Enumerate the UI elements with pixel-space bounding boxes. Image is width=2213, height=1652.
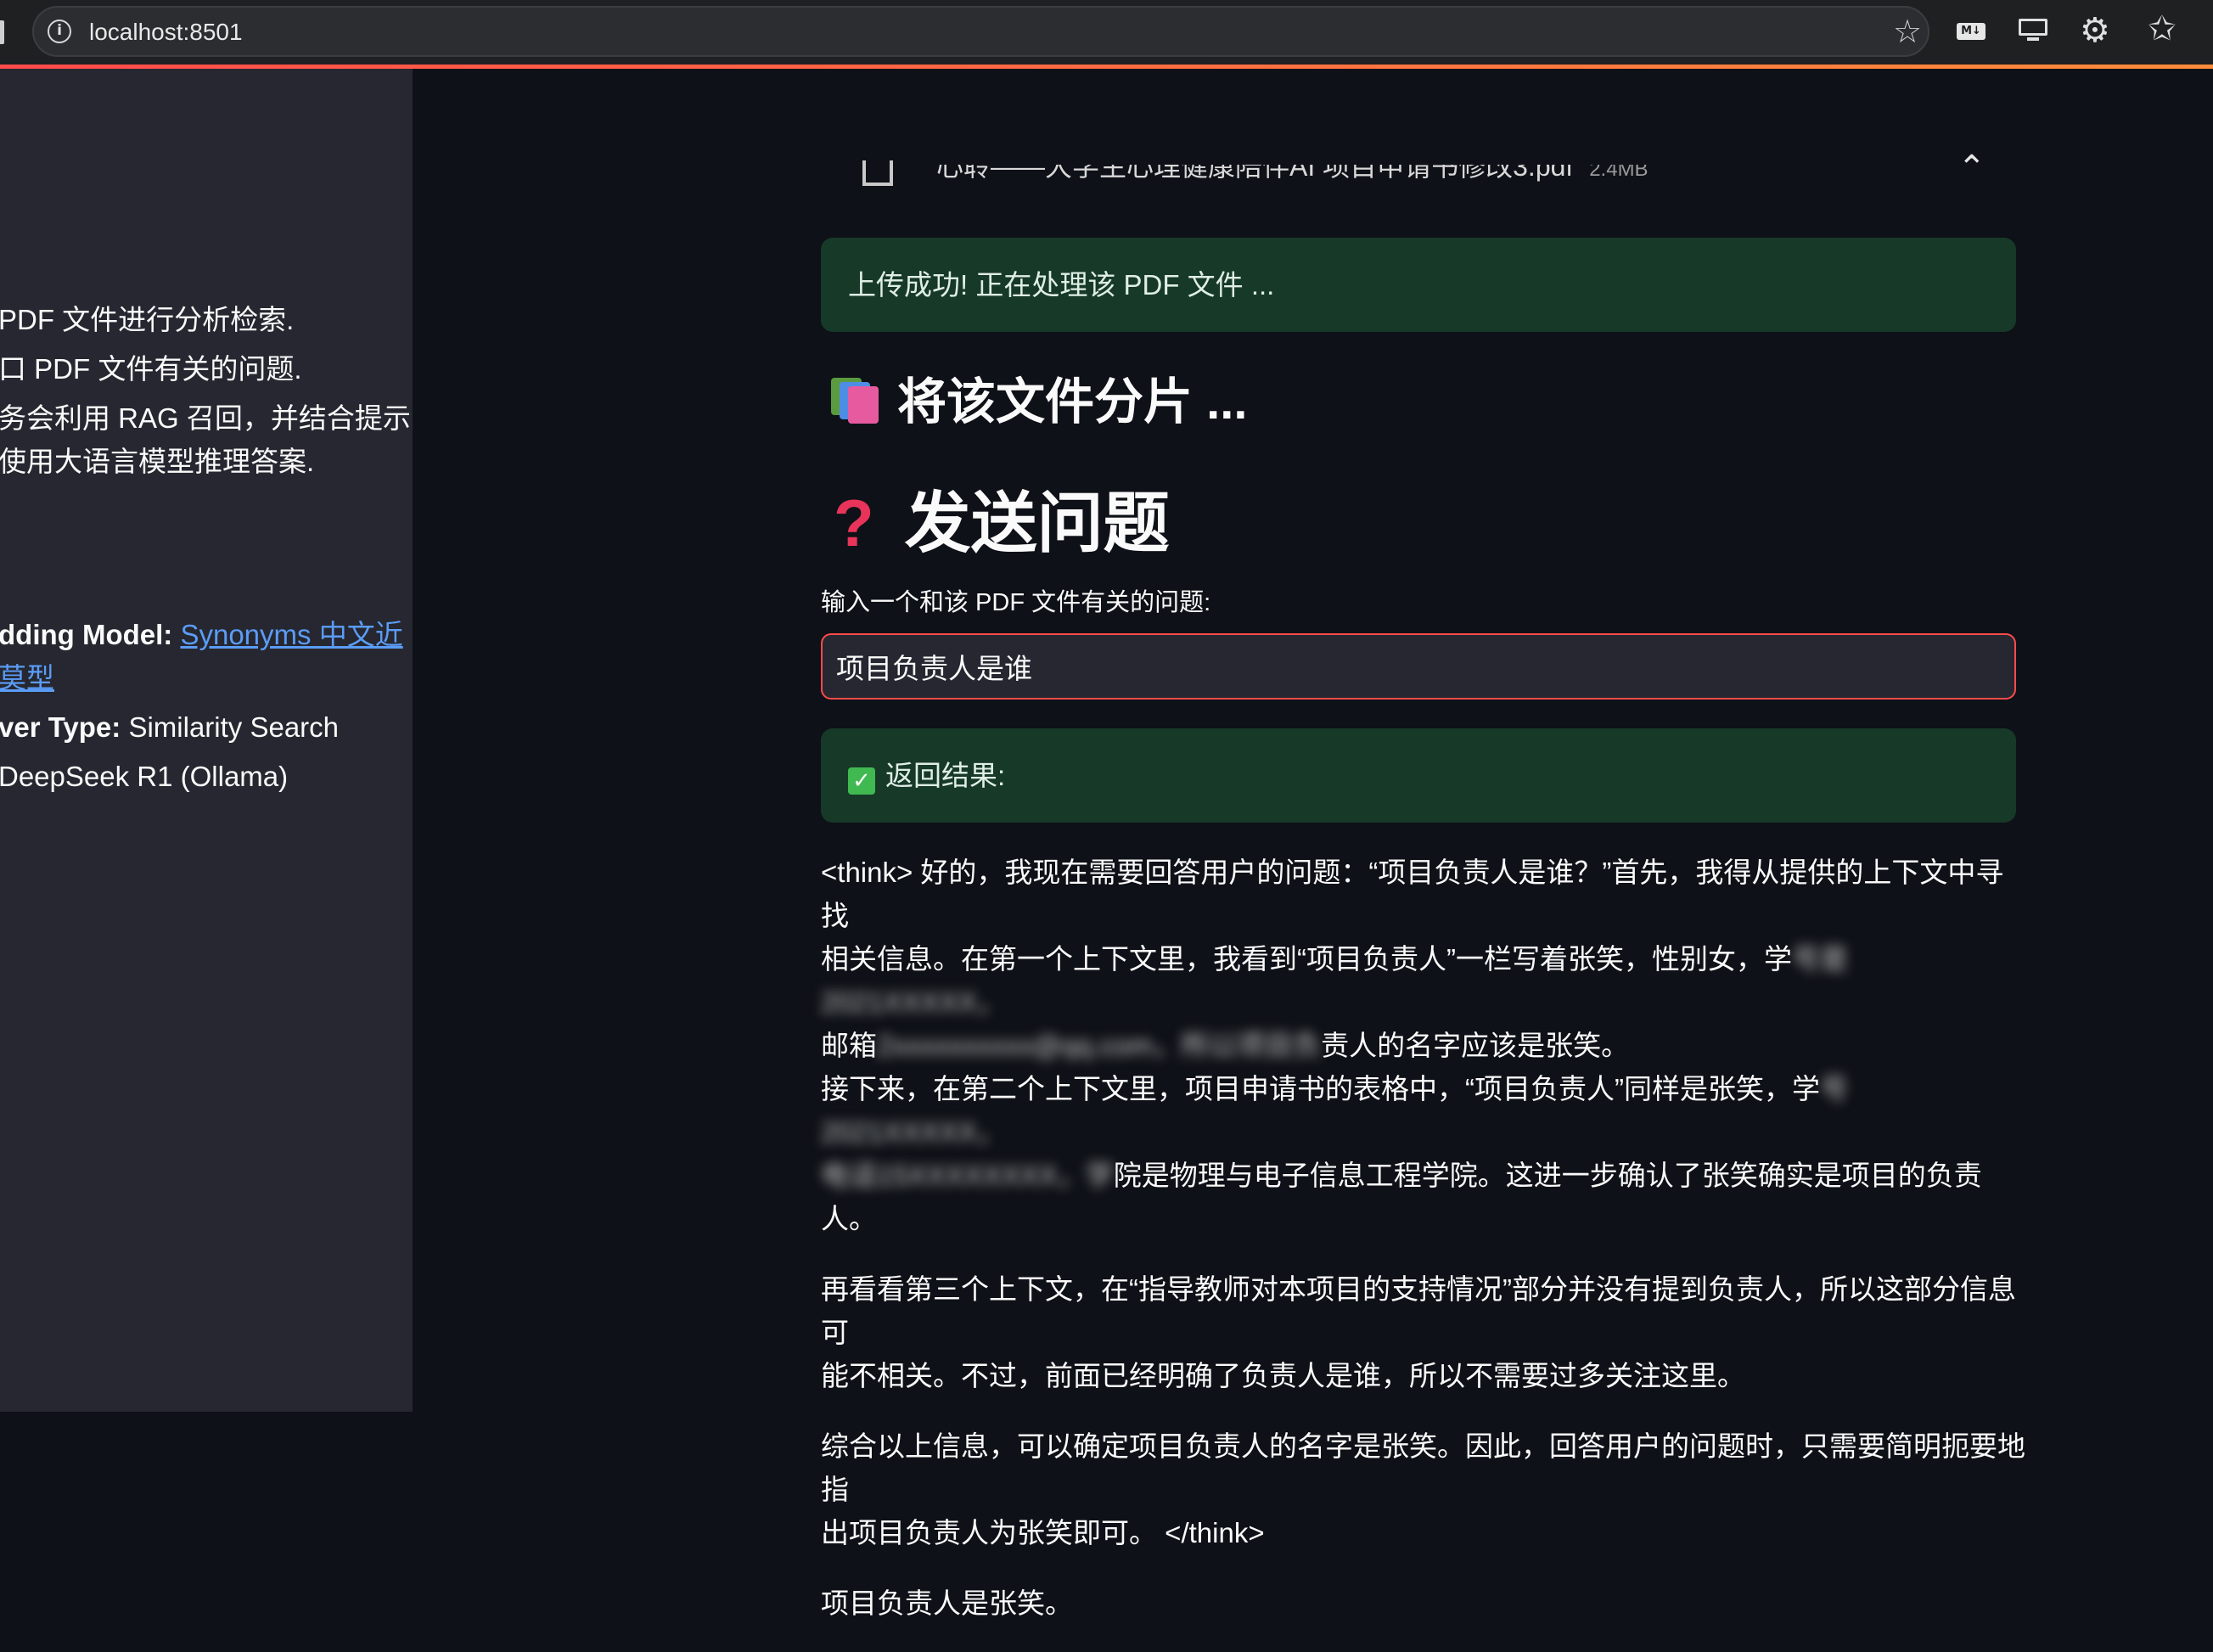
upload-success-text: 上传成功! 正在处理该 PDF 文件 ... bbox=[848, 269, 1275, 301]
address-bar[interactable]: i localhost:8501 ☆ bbox=[32, 6, 1929, 57]
screen-cast-icon[interactable] bbox=[2019, 19, 2047, 42]
redacted-text: 2xxxxxxxxxx@qq.com，所以项目负 bbox=[877, 1030, 1322, 1061]
embedding-model-link-cont[interactable]: 莫型 bbox=[0, 662, 54, 694]
ask-heading: ? 发送问题 bbox=[834, 486, 1170, 560]
uploaded-file-size: 2.4MB bbox=[1589, 158, 1649, 181]
sidebar-desc-line: 口 PDF 文件有关的问题. bbox=[0, 353, 302, 385]
embedding-model-link[interactable]: Synonyms 中文近 bbox=[180, 619, 402, 650]
extensions-puzzle-icon[interactable]: ⚙ bbox=[2080, 12, 2110, 49]
site-info-icon[interactable]: i bbox=[48, 20, 71, 43]
question-mark-icon: ? bbox=[834, 486, 874, 560]
embedding-model-row: dding Model: Synonyms 中文近 bbox=[0, 616, 403, 654]
question-input-label: 输入一个和该 PDF 文件有关的问题: bbox=[821, 589, 1211, 616]
sidebar-desc-line: PDF 文件进行分析检索. bbox=[0, 304, 295, 335]
retriever-type-label: ver Type: bbox=[0, 711, 121, 743]
bookmark-star-icon[interactable]: ☆ bbox=[1893, 14, 1922, 48]
check-mark-icon: ✓ bbox=[848, 767, 875, 795]
retriever-type-row: ver Type: Similarity Search bbox=[0, 709, 339, 746]
result-label: ✓ 返回结果: bbox=[848, 757, 1005, 795]
remove-file-close-icon[interactable]: ⌃ bbox=[1957, 149, 1986, 187]
question-input[interactable] bbox=[821, 633, 2016, 700]
retriever-type-value: Similarity Search bbox=[121, 711, 340, 743]
llm-model-value: DeepSeek R1 (Ollama) bbox=[0, 761, 289, 792]
answer-paragraph: <think> 好的，我现在需要回答用户的问题：“项目负责人是谁？”首先，我得从… bbox=[821, 857, 2004, 1234]
browser-toolbar: i localhost:8501 ☆ M↓ ⚙ ✩ bbox=[0, 0, 2213, 65]
url-text[interactable]: localhost:8501 bbox=[89, 18, 243, 47]
answer-paragraph: 再看看第三个上下文，在“指导教师对本项目的支持情况”部分并没有提到负责人，所以这… bbox=[821, 1273, 2016, 1391]
books-icon bbox=[828, 374, 882, 424]
embedding-model-label: dding Model: bbox=[0, 619, 173, 650]
redacted-text: 电话15XXXXXXXX，学 bbox=[821, 1160, 1114, 1191]
result-alert: ✓ 返回结果: bbox=[821, 728, 2016, 823]
final-answer: 项目负责人是张笑。 bbox=[821, 1587, 1073, 1619]
sidebar-desc-line: 务会利用 RAG 召回，并结合提示 bbox=[0, 402, 411, 434]
sidebar-desc-line: 使用大语言模型推理答案. bbox=[0, 446, 315, 477]
uploaded-file-name: 心聆——大学生心理健康陪伴AI 项目申请书修改3.pdf 2.4MB bbox=[936, 151, 1649, 182]
upload-success-alert: 上传成功! 正在处理该 PDF 文件 ... bbox=[821, 238, 2016, 332]
sidebar: PDF 文件进行分析检索. 口 PDF 文件有关的问题. 务会利用 RAG 召回… bbox=[0, 69, 413, 1412]
markdown-extension-icon[interactable]: M↓ bbox=[1957, 23, 1986, 40]
tab-edge[interactable] bbox=[0, 20, 4, 44]
embedding-model-row-cont: 莫型 bbox=[0, 660, 54, 697]
answer-text: <think> 好的，我现在需要回答用户的问题：“项目负责人是谁？”首先，我得从… bbox=[821, 851, 2026, 1652]
answer-paragraph: 综合以上信息，可以确定项目负责人的名字是张笑。因此，回答用户的问题时，只需要简明… bbox=[821, 1430, 2025, 1548]
split-heading: 将该文件分片 ... bbox=[828, 370, 1247, 435]
favorites-icon[interactable]: ✩ bbox=[2148, 10, 2176, 48]
file-icon bbox=[862, 160, 893, 186]
